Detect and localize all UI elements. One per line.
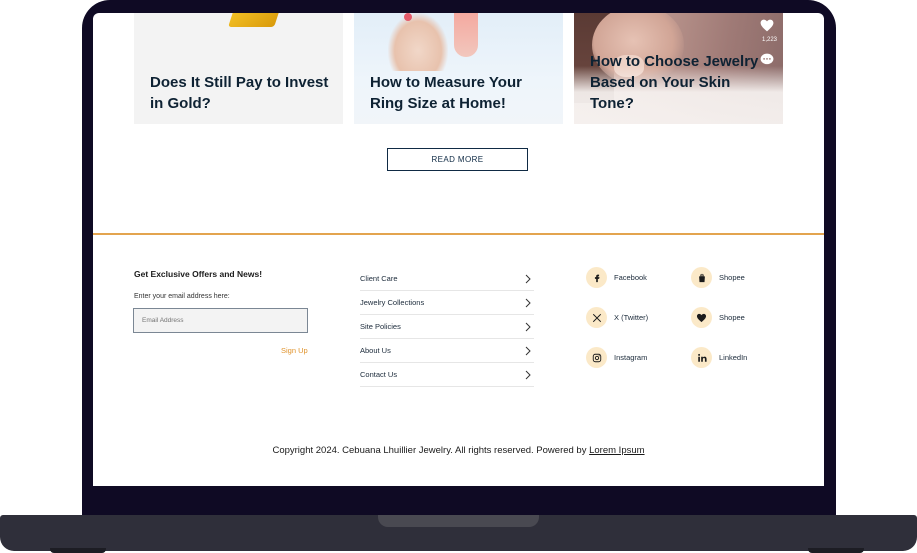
footer-divider [93, 233, 824, 235]
social-label: Facebook [614, 273, 647, 282]
social-label: Shopee [719, 313, 745, 322]
laptop-foot-left [50, 548, 106, 553]
newsletter-subtitle: Enter your email address here: [134, 293, 230, 300]
blog-card-title: How to Measure Your Ring Size at Home! [370, 74, 522, 112]
chevron-right-icon [525, 298, 531, 307]
footer-link-contact-us[interactable]: Contact Us [360, 363, 534, 387]
social-shopee-2[interactable]: Shopee [691, 307, 745, 328]
social-instagram[interactable]: Instagram [586, 347, 647, 368]
email-input[interactable] [133, 308, 308, 333]
chevron-right-icon [525, 370, 531, 379]
signup-link[interactable]: Sign Up [281, 346, 308, 355]
footer-link-client-care[interactable]: Client Care [360, 267, 534, 291]
x-twitter-icon [586, 307, 607, 328]
copyright-text: Copyright 2024. Cebuana Lhuillier Jewelr… [93, 445, 824, 456]
social-shopee[interactable]: Shopee [691, 267, 745, 288]
blog-card-gold[interactable]: Does It Still Pay to Invest in Gold? [134, 13, 343, 124]
website-screen: Does It Still Pay to Invest in Gold? How… [93, 13, 824, 486]
instagram-icon [586, 347, 607, 368]
social-facebook[interactable]: Facebook [586, 267, 647, 288]
like-count: 1,223 [761, 37, 777, 43]
powered-by-link[interactable]: Lorem Ipsum [589, 445, 644, 456]
footer-link-label: Jewelry Collections [360, 298, 425, 307]
ring-image [404, 13, 412, 21]
chevron-right-icon [525, 346, 531, 355]
copyright-label: Copyright 2024. Cebuana Lhuillier Jewelr… [272, 445, 590, 456]
hand-image [388, 13, 448, 71]
footer-link-label: About Us [360, 346, 391, 355]
footer-links: Client Care Jewelry Collections Site Pol… [360, 267, 534, 387]
social-label: Instagram [614, 353, 648, 362]
footer-link-jewelry-collections[interactable]: Jewelry Collections [360, 291, 534, 315]
read-more-button[interactable]: READ MORE [387, 148, 528, 171]
heart-icon [759, 19, 775, 36]
linkedin-icon [691, 347, 712, 368]
heart-bag-icon [691, 307, 712, 328]
social-x-twitter[interactable]: X (Twitter) [586, 307, 648, 328]
chevron-right-icon [525, 274, 531, 283]
social-linkedin[interactable]: LinkedIn [691, 347, 747, 368]
social-label: Shopee [719, 273, 745, 282]
chevron-right-icon [525, 322, 531, 331]
blog-card-ring-size[interactable]: How to Measure Your Ring Size at Home! [354, 13, 563, 124]
footer-link-site-policies[interactable]: Site Policies [360, 315, 534, 339]
blog-card-title: How to Choose Jewelry Based on Your Skin… [590, 53, 759, 112]
laptop-foot-right [808, 548, 864, 553]
social-label: LinkedIn [719, 353, 748, 362]
footer-link-label: Client Care [360, 274, 398, 283]
shopping-bag-icon [691, 267, 712, 288]
social-label: X (Twitter) [614, 313, 649, 322]
finger-image [454, 13, 478, 57]
laptop-notch [378, 515, 539, 527]
blog-card-skin-tone[interactable]: 1,223 How to Choose Jewelry Based on You… [574, 13, 783, 124]
footer-link-label: Site Policies [360, 322, 401, 331]
blog-card-title: Does It Still Pay to Invest in Gold? [150, 74, 329, 112]
facebook-icon [586, 267, 607, 288]
footer-link-about-us[interactable]: About Us [360, 339, 534, 363]
newsletter-title: Get Exclusive Offers and News! [134, 269, 263, 279]
gold-bar-image [228, 13, 282, 27]
footer-link-label: Contact Us [360, 370, 398, 379]
